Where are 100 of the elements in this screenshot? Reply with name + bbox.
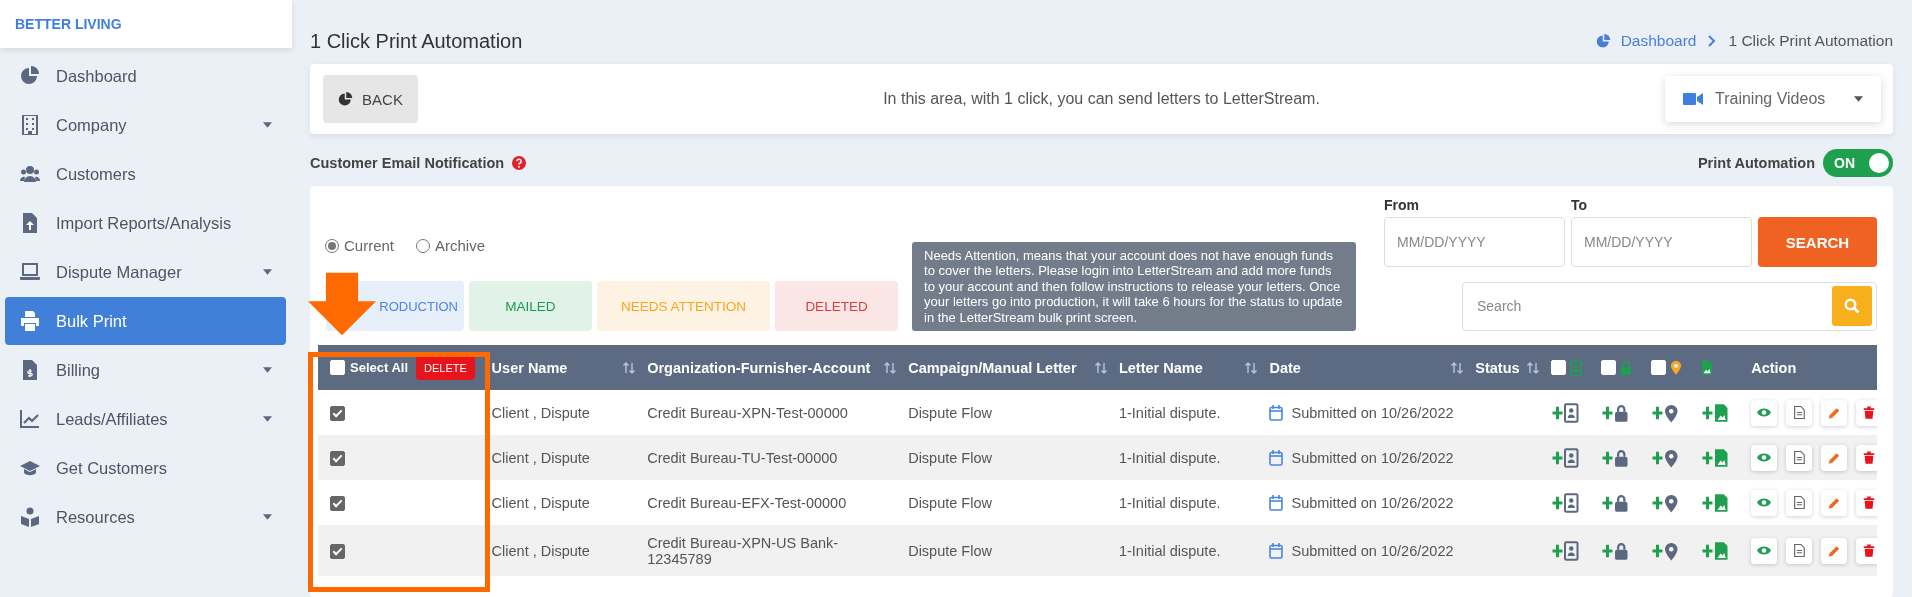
sort-icon[interactable]	[884, 361, 897, 374]
sidebar-item[interactable]: Bulk Print	[5, 297, 286, 345]
from-date-field[interactable]: MM/DD/YYYY	[1384, 217, 1565, 267]
eye-icon	[1757, 544, 1772, 557]
status-tab[interactable]: MAILED	[469, 281, 592, 331]
add-lock-icon[interactable]	[1600, 540, 1629, 561]
sort-icon[interactable]	[623, 361, 636, 374]
search-field[interactable]: Search	[1462, 281, 1877, 331]
column-header[interactable]: User Name	[491, 359, 568, 376]
add-pin-icon[interactable]	[1650, 492, 1679, 513]
edit-button[interactable]	[1821, 489, 1848, 516]
add-contact-icon[interactable]	[1550, 402, 1579, 423]
add-lock-icon[interactable]	[1600, 402, 1629, 423]
account-cell: Credit Bureau-XPN-Test-00000	[647, 404, 848, 421]
delete-button[interactable]	[1856, 489, 1877, 516]
training-videos-dropdown[interactable]: Training Videos	[1665, 76, 1881, 122]
brand-name[interactable]: BETTER LIVING	[15, 16, 122, 32]
map-pin-icon	[1669, 359, 1682, 376]
document-button[interactable]	[1786, 399, 1813, 426]
add-image-icon[interactable]	[1701, 492, 1730, 513]
checkbox[interactable]	[330, 543, 345, 559]
sort-icon[interactable]	[1245, 361, 1258, 374]
edit-button[interactable]	[1821, 399, 1848, 426]
letter-name-cell: 1-Initial dispute.	[1118, 404, 1221, 421]
add-image-icon[interactable]	[1701, 402, 1730, 423]
help-icon	[512, 156, 527, 170]
building-icon	[20, 115, 40, 135]
sidebar-item[interactable]: Dashboard	[5, 52, 286, 100]
users-icon	[20, 164, 40, 184]
document-icon	[1792, 544, 1807, 557]
view-button[interactable]	[1751, 537, 1778, 564]
add-image-icon[interactable]	[1701, 447, 1730, 468]
status-tab[interactable]: DELETED	[775, 281, 898, 331]
delete-button[interactable]	[1856, 399, 1877, 426]
add-lock-icon[interactable]	[1600, 447, 1629, 468]
to-date-field[interactable]: MM/DD/YYYY	[1571, 217, 1752, 267]
select-all-checkbox[interactable]: Select All	[330, 360, 409, 375]
view-button[interactable]	[1751, 444, 1778, 471]
contact-card-icon	[1569, 359, 1582, 376]
radio-option[interactable]: Archive	[416, 237, 486, 254]
sidebar-item[interactable]: Get Customers	[5, 444, 286, 492]
checkbox[interactable]	[330, 450, 345, 466]
view-button[interactable]	[1751, 399, 1778, 426]
sort-icon[interactable]	[1094, 361, 1107, 374]
edit-button[interactable]	[1821, 537, 1848, 564]
add-contact-icon[interactable]	[1550, 447, 1579, 468]
breadcrumb-link[interactable]: Dashboard	[1595, 32, 1697, 50]
view-button[interactable]	[1751, 489, 1778, 516]
chevron-icon	[1708, 35, 1717, 47]
print-automation-toggle[interactable]: ON	[1823, 149, 1893, 177]
date-cell: Submitted on 10/26/2022	[1291, 494, 1454, 511]
sidebar-item[interactable]: Leads/Affiliates	[5, 395, 286, 443]
eye-icon	[1757, 451, 1772, 464]
lock-icon	[1619, 359, 1632, 376]
printer-icon	[20, 311, 40, 331]
laptop-icon	[20, 262, 40, 282]
sidebar-item[interactable]: Company	[5, 101, 286, 149]
sidebar-item[interactable]: Dispute Manager	[5, 248, 286, 296]
checkbox[interactable]	[330, 405, 345, 421]
search-icon	[1844, 298, 1860, 314]
document-button[interactable]	[1786, 444, 1813, 471]
campaign-cell: Dispute Flow	[908, 449, 992, 466]
from-label: From	[1384, 197, 1420, 213]
trash-icon	[1862, 544, 1877, 557]
sort-icon[interactable]	[1526, 361, 1539, 374]
radio-option[interactable]: Current	[325, 237, 395, 254]
add-lock-icon[interactable]	[1600, 492, 1629, 513]
tooltip: Needs Attention, means that your account does not have enough funds to cover the letters. Please login into LetterStream and add more funds to your account and then follow instructions to release your letters. Once your letters go into production, it will take 6 hours for the status to update in the LetterStream bulk print screen.	[912, 241, 1356, 331]
document-button[interactable]	[1786, 489, 1813, 516]
campaign-cell: Dispute Flow	[908, 542, 992, 559]
edit-button[interactable]	[1821, 444, 1848, 471]
checkbox[interactable]	[330, 495, 345, 511]
add-contact-icon[interactable]	[1550, 540, 1579, 561]
pie-chart-icon	[20, 66, 40, 86]
print-automation-label: Print Automation	[1697, 155, 1815, 171]
eye-icon	[1757, 406, 1772, 419]
add-pin-icon[interactable]	[1650, 402, 1679, 423]
back-button[interactable]: BACK	[323, 75, 418, 123]
line-chart-icon	[20, 409, 40, 429]
document-icon	[1792, 496, 1807, 509]
add-contact-icon[interactable]	[1550, 492, 1579, 513]
search-button[interactable]: SEARCH	[1758, 217, 1877, 267]
add-pin-icon[interactable]	[1650, 447, 1679, 468]
sidebar-item[interactable]: Customers	[5, 150, 286, 198]
date-cell: Submitted on 10/26/2022	[1291, 449, 1454, 466]
account-cell: Credit Bureau-EFX-Test-00000	[647, 494, 847, 511]
eye-icon	[1757, 496, 1772, 509]
column-header: Action	[1751, 359, 1797, 376]
delete-button[interactable]: DELETE	[416, 355, 475, 380]
add-pin-icon[interactable]	[1650, 540, 1679, 561]
add-image-icon[interactable]	[1701, 540, 1730, 561]
sidebar-item[interactable]: Import Reports/Analysis	[5, 199, 286, 247]
document-button[interactable]	[1786, 537, 1813, 564]
breadcrumb-current: 1 Click Print Automation	[1728, 32, 1893, 50]
delete-button[interactable]	[1856, 537, 1877, 564]
column-header[interactable]: Date	[1269, 359, 1301, 376]
sidebar-item[interactable]: Resources	[5, 493, 286, 541]
sort-icon[interactable]	[1451, 361, 1464, 374]
delete-button[interactable]	[1856, 444, 1877, 471]
sidebar-item[interactable]: Billing	[5, 346, 286, 394]
